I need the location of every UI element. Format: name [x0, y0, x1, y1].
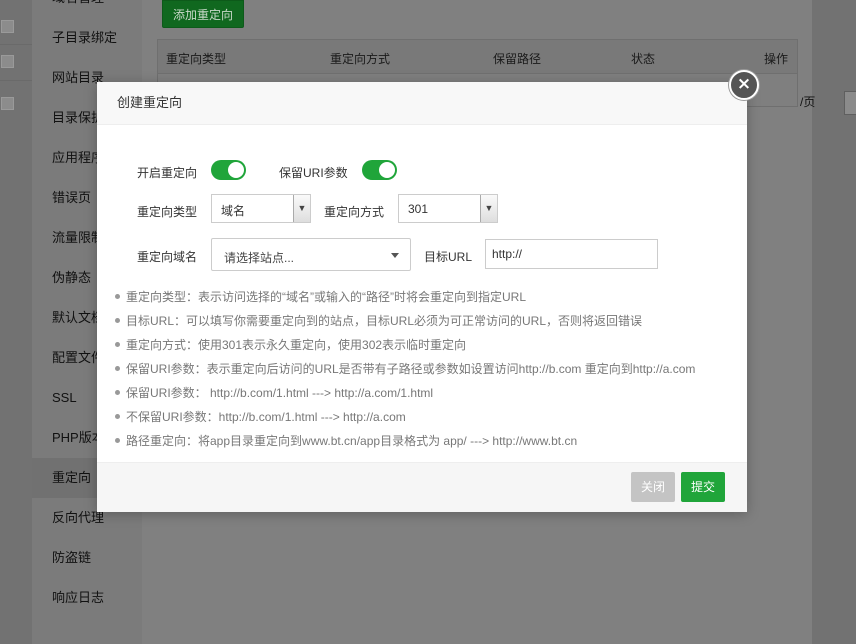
- dialog-title: 创建重定向: [97, 82, 747, 125]
- caret-down-icon: [391, 253, 399, 258]
- tips-list: 重定向类型：表示访问选择的“域名”或输入的“路径”时将会重定向到指定URL 目标…: [115, 287, 735, 455]
- bullet-icon: [115, 438, 120, 444]
- close-icon[interactable]: ×: [729, 70, 759, 100]
- bullet-icon: [115, 318, 120, 324]
- tip-text: 保留URI参数：表示重定向后访问的URL是否带有子路径或参数如设置访问http:…: [126, 362, 696, 376]
- tip-text: 重定向方式：使用301表示永久重定向，使用302表示临时重定向: [126, 338, 467, 352]
- table-header-type: 重定向类型: [166, 52, 227, 66]
- enable-redirect-toggle[interactable]: [211, 160, 246, 180]
- toggle-knob: [228, 162, 244, 178]
- background-checkbox: [1, 55, 14, 68]
- enable-redirect-label: 开启重定向: [137, 166, 198, 180]
- create-redirect-dialog: 创建重定向 × 开启重定向 保留URI参数 重定向类型 域名 ▼ 重定向方式 3…: [97, 70, 759, 512]
- bullet-icon: [115, 414, 120, 420]
- background-left-strip: [0, 0, 32, 644]
- background-divider: [0, 80, 32, 81]
- sidebar-item-subdir[interactable]: 子目录绑定: [52, 18, 117, 58]
- redirect-type-select[interactable]: 域名 ▼: [211, 194, 311, 223]
- dialog-footer: 关闭 提交: [97, 462, 747, 512]
- chevron-down-icon: ▼: [480, 195, 497, 222]
- add-redirect-button[interactable]: 添加重定向: [162, 0, 244, 28]
- bullet-icon: [115, 366, 120, 372]
- tip-item: 路径重定向：将app目录重定向到www.bt.cn/app目录格式为 app/ …: [115, 431, 735, 455]
- redirect-domain-label: 重定向域名: [137, 250, 198, 264]
- background-checkbox: [1, 97, 14, 110]
- tip-item: 保留URI参数：表示重定向后访问的URL是否带有子路径或参数如设置访问http:…: [115, 359, 735, 383]
- chevron-down-icon: ▼: [293, 195, 310, 222]
- target-url-label: 目标URL: [424, 250, 473, 264]
- table-header-status: 状态: [631, 52, 656, 66]
- redirect-domain-placeholder: 请选择站点...: [224, 251, 295, 265]
- keep-uri-toggle[interactable]: [362, 160, 397, 180]
- tip-text: 不保留URI参数：http://b.com/1.html ---> http:/…: [126, 410, 406, 424]
- target-url-input[interactable]: [485, 239, 658, 269]
- page-size-suffix: /页: [800, 95, 816, 109]
- tip-item: 保留URI参数： http://b.com/1.html ---> http:/…: [115, 383, 735, 407]
- page-size-dropdown[interactable]: [844, 91, 856, 115]
- redirect-method-label: 重定向方式: [324, 205, 385, 219]
- sidebar-item-rewrite[interactable]: 伪静态: [52, 258, 91, 298]
- table-header: 重定向类型 重定向方式 保留路径 状态 操作: [158, 40, 797, 74]
- tip-item: 重定向类型：表示访问选择的“域名”或输入的“路径”时将会重定向到指定URL: [115, 287, 735, 311]
- tip-text: 重定向类型：表示访问选择的“域名”或输入的“路径”时将会重定向到指定URL: [126, 290, 526, 304]
- bullet-icon: [115, 294, 120, 300]
- sidebar-item-ssl[interactable]: SSL: [52, 378, 77, 418]
- table-header-method: 重定向方式: [330, 52, 391, 66]
- sidebar-item-hotlink[interactable]: 防盗链: [52, 538, 91, 578]
- redirect-type-value: 域名: [221, 204, 246, 218]
- tip-item: 重定向方式：使用301表示永久重定向，使用302表示临时重定向: [115, 335, 735, 359]
- redirect-domain-select[interactable]: 请选择站点...: [211, 238, 411, 271]
- bullet-icon: [115, 390, 120, 396]
- table-header-actions: 操作: [764, 52, 789, 66]
- tip-text: 路径重定向：将app目录重定向到www.bt.cn/app目录格式为 app/ …: [126, 434, 578, 448]
- keep-uri-label: 保留URI参数: [279, 166, 348, 180]
- redirect-method-select[interactable]: 301 ▼: [398, 194, 498, 223]
- page-size-select[interactable]: /页: [800, 91, 856, 115]
- tip-item: 不保留URI参数：http://b.com/1.html ---> http:/…: [115, 407, 735, 431]
- table-header-keep-path: 保留路径: [493, 52, 542, 66]
- tip-text: 保留URI参数： http://b.com/1.html ---> http:/…: [126, 386, 434, 400]
- toggle-knob: [379, 162, 395, 178]
- bullet-icon: [115, 342, 120, 348]
- sidebar-item-domain[interactable]: 域名管理: [52, 0, 104, 18]
- sidebar-item-error-page[interactable]: 错误页: [52, 178, 91, 218]
- submit-button[interactable]: 提交: [681, 472, 726, 502]
- sidebar-item-response-log[interactable]: 响应日志: [52, 578, 104, 618]
- background-checkbox: [1, 20, 14, 33]
- close-button[interactable]: 关闭: [631, 472, 676, 502]
- redirect-type-label: 重定向类型: [137, 205, 198, 219]
- redirect-method-value: 301: [408, 202, 429, 216]
- tip-text: 目标URL：可以填写你需要重定向到的站点，目标URL必须为可正常访问的URL，否…: [126, 314, 643, 328]
- background-divider: [0, 44, 32, 45]
- tip-item: 目标URL：可以填写你需要重定向到的站点，目标URL必须为可正常访问的URL，否…: [115, 311, 735, 335]
